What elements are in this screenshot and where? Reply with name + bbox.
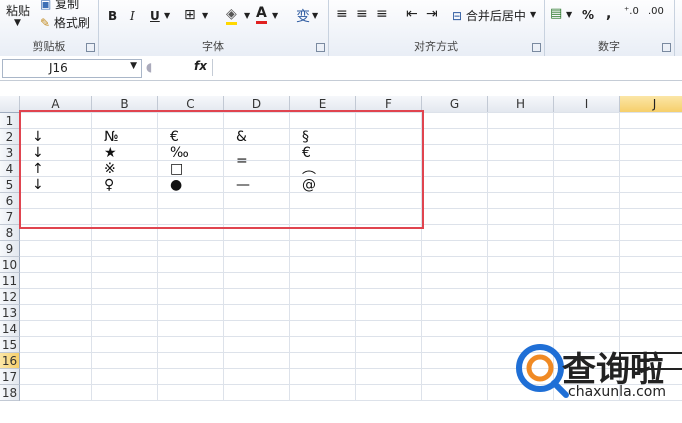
copy-button[interactable]: ▣ 复制 [40,0,79,12]
number-group: ▤ ▼ % , ⁺.0 .00 数字 [544,0,675,56]
paste-button[interactable]: 粘贴 [6,2,30,19]
decrease-indent-icon[interactable]: ⇤ [406,6,418,22]
watermark-site: chaxunla.com [568,384,666,400]
font-color-label: A [256,5,267,24]
font-launcher-icon[interactable] [316,43,325,52]
column-header-j[interactable]: J [620,96,682,113]
gridline [20,256,682,257]
row-header-10[interactable]: 10 [0,257,20,273]
font-group-label: 字体 [202,40,224,53]
insert-function-button[interactable]: fx [194,59,207,73]
ribbon: 粘贴 ▼ ▣ 复制 ✎ 格式刷 剪贴板 B I U ▼ ⊞ ▼ ◈ ▼ A ▼ … [0,0,682,57]
name-box-dropdown-icon[interactable]: ▼ [130,61,137,71]
row-header-15[interactable]: 15 [0,337,20,353]
column-header-g[interactable]: G [422,96,488,113]
column-header-i[interactable]: I [554,96,620,113]
underline-button[interactable]: U [150,9,160,23]
highlight-box [19,110,424,229]
row-header-13[interactable]: 13 [0,305,20,321]
fill-bucket-icon: ◈ [226,6,237,25]
row-header-17[interactable]: 17 [0,369,20,385]
merge-icon: ⊟ [452,9,463,23]
italic-button[interactable]: I [130,9,135,23]
align-center-icon[interactable]: ≡ [356,6,368,22]
row-header-18[interactable]: 18 [0,385,20,401]
format-painter-button[interactable]: ✎ 格式刷 [40,14,90,31]
increase-decimal-icon[interactable]: ⁺.0 [624,6,639,17]
copy-icon: ▣ [40,0,52,11]
row-header-5[interactable]: 5 [0,177,20,193]
clipboard-launcher-icon[interactable] [86,43,95,52]
row-header-7[interactable]: 7 [0,209,20,225]
font-color-dropdown-icon[interactable]: ▼ [272,11,278,20]
bold-button[interactable]: B [108,9,117,23]
row-header-6[interactable]: 6 [0,193,20,209]
comma-button[interactable]: , [606,6,611,22]
fill-dropdown-icon[interactable]: ▼ [244,11,250,20]
phonetic-dropdown-icon[interactable]: ▼ [312,11,318,20]
row-header-11[interactable]: 11 [0,273,20,289]
brush-icon: ✎ [40,16,51,30]
column-header-h[interactable]: H [488,96,554,113]
border-dropdown-icon[interactable]: ▼ [202,11,208,20]
row-header-14[interactable]: 14 [0,321,20,337]
gridline [20,240,682,241]
decrease-decimal-icon[interactable]: .00 [648,6,664,17]
percent-button[interactable]: % [582,8,594,22]
merge-center-label: 合并后居中 [465,9,526,23]
gridline [20,272,682,273]
accounting-dropdown-icon[interactable]: ▼ [566,10,572,19]
gridline [487,113,488,401]
number-group-label: 数字 [598,40,620,53]
font-group: B I U ▼ ⊞ ▼ ◈ ▼ A ▼ 变 ▼ 字体 [98,0,329,56]
alignment-launcher-icon[interactable] [532,43,541,52]
clipboard-group: 粘贴 ▼ ▣ 复制 ✎ 格式刷 剪贴板 [0,0,99,56]
gridline [20,336,682,337]
select-all-corner[interactable] [0,96,20,113]
name-box-value: J16 [49,61,68,75]
paste-dropdown-icon[interactable]: ▼ [14,18,21,28]
currency-icon: ▤ [550,6,563,21]
gridline [20,288,682,289]
align-left-icon[interactable]: ≡ [336,6,348,22]
underline-dropdown-icon[interactable]: ▼ [164,11,170,20]
phonetic-label: 变 [296,9,310,25]
merge-center-button[interactable]: ⊟ 合并后居中 [452,7,526,24]
fill-color-button[interactable]: ◈ [226,6,237,25]
row-header-4[interactable]: 4 [0,161,20,177]
border-icon: ⊞ [184,7,196,23]
merge-dropdown-icon[interactable]: ▼ [530,10,536,19]
row-header-1[interactable]: 1 [0,113,20,129]
formula-input[interactable] [212,59,682,76]
row-header-3[interactable]: 3 [0,145,20,161]
accounting-format-button[interactable]: ▤ [550,6,562,21]
gridline [20,304,682,305]
row-header-9[interactable]: 9 [0,241,20,257]
formula-bar-divider-icon[interactable]: ◖ [146,60,152,74]
name-box[interactable]: J16 ▼ [2,59,142,78]
format-painter-label: 格式刷 [53,16,90,30]
row-header-8[interactable]: 8 [0,225,20,241]
alignment-group-label: 对齐方式 [414,40,458,53]
align-right-icon[interactable]: ≡ [376,6,388,22]
border-button[interactable]: ⊞ [184,7,196,23]
number-launcher-icon[interactable] [662,43,671,52]
alignment-group: ≡ ≡ ≡ ⇤ ⇥ ⊟ 合并后居中 ▼ 对齐方式 [328,0,545,56]
gridline [20,320,682,321]
clipboard-group-label: 剪贴板 [32,40,66,53]
row-header-2[interactable]: 2 [0,129,20,145]
font-color-button[interactable]: A [256,5,267,24]
watermark-logo: 查询啦 chaxunla.com [510,338,682,420]
copy-label: 复制 [55,0,80,11]
increase-indent-icon[interactable]: ⇥ [426,6,438,22]
phonetic-button[interactable]: 变 [296,6,310,26]
formula-bar: J16 ▼ ◖ fx [0,56,682,81]
row-header-16[interactable]: 16 [0,353,20,369]
row-header-12[interactable]: 12 [0,289,20,305]
